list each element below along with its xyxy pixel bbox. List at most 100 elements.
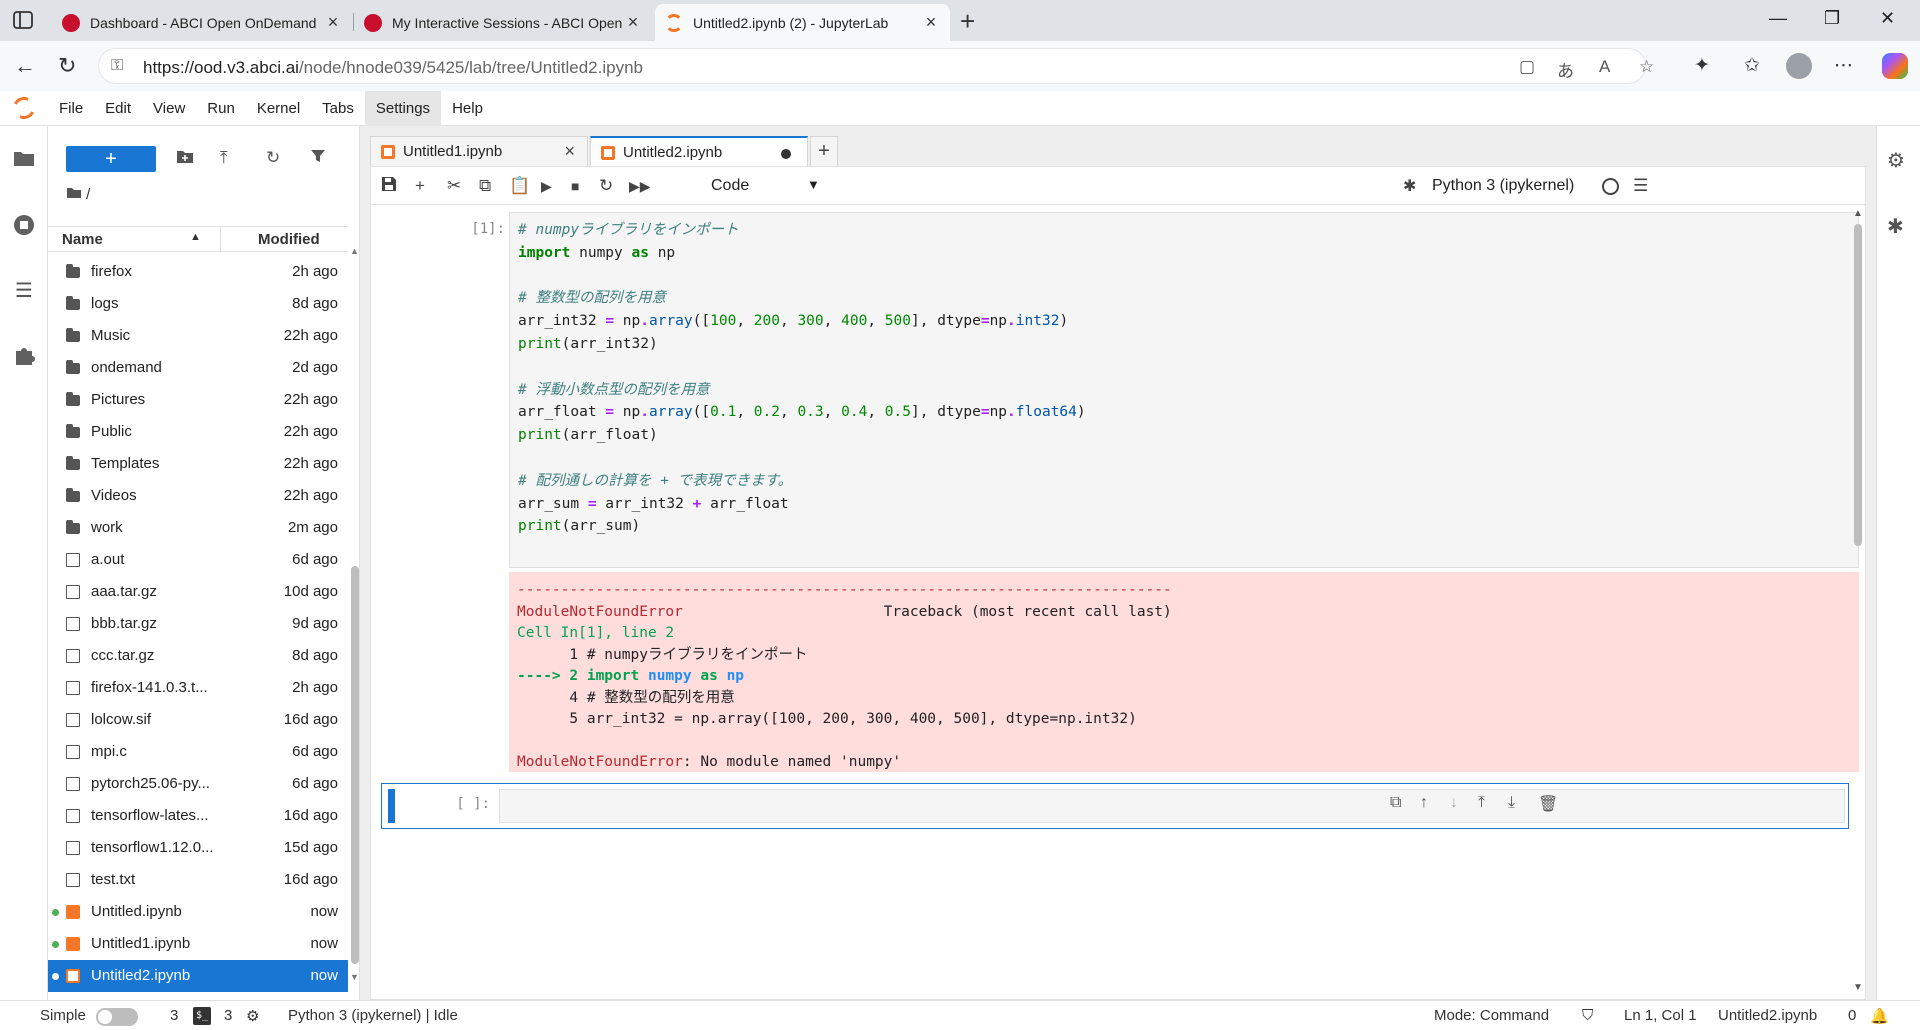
bell-icon[interactable]: 🔔 [1870, 1007, 1889, 1025]
new-launcher-button[interactable]: + [66, 146, 156, 172]
close-tab-icon[interactable]: × [624, 12, 642, 33]
file-row[interactable]: firefox-141.0.3.t... 2h ago [48, 672, 348, 704]
close-tab-icon[interactable]: × [922, 12, 940, 33]
cut-icon[interactable]: ✂ [447, 176, 461, 196]
insert-above-icon[interactable]: ⤒ [1478, 794, 1485, 812]
code-editor[interactable]: # numpyライブラリをインポート import numpy as np # … [509, 212, 1859, 568]
new-tab-plus-button[interactable]: + [810, 136, 838, 166]
file-row[interactable]: work 2m ago [48, 512, 348, 544]
debugger-bug-icon[interactable]: ✱ [1403, 176, 1416, 196]
extensions-icon[interactable]: ✦ [1694, 54, 1710, 77]
file-row[interactable]: bbb.tar.gz 9d ago [48, 608, 348, 640]
scroll-up-icon[interactable]: ▲ [1853, 208, 1863, 219]
file-row[interactable]: pytorch25.06-py... 6d ago [48, 768, 348, 800]
notification-count[interactable]: 0 [1848, 1007, 1856, 1024]
menu-edit[interactable]: Edit [94, 91, 142, 126]
upload-icon[interactable]: ⤒ [220, 148, 228, 168]
copy-icon[interactable]: ⧉ [479, 176, 491, 196]
cursor-position[interactable]: Ln 1, Col 1 [1624, 1007, 1697, 1024]
scrollbar-thumb[interactable] [351, 566, 359, 964]
folder-icon[interactable] [12, 148, 36, 172]
file-row[interactable]: Untitled1.ipynb now [48, 928, 348, 960]
column-name[interactable]: Name [62, 231, 103, 248]
breadcrumb[interactable]: / [66, 186, 90, 203]
minimize-icon[interactable]: — [1769, 8, 1787, 29]
column-modified[interactable]: Modified [258, 231, 348, 248]
menu-run[interactable]: Run [196, 91, 246, 126]
active-empty-cell[interactable]: [ ]: ⧉ ↑ ↓ ⤒ ⤓ 🗑 [381, 783, 1849, 829]
file-row[interactable]: Public 22h ago [48, 416, 348, 448]
kernel-name-button[interactable]: Python 3 (ipykernel) [1432, 177, 1574, 195]
insert-below-icon[interactable]: ⤓ [1508, 794, 1515, 812]
new-folder-icon[interactable] [176, 148, 194, 169]
scroll-down-icon[interactable]: ▼ [350, 972, 359, 982]
debugger-icon[interactable]: ✱ [1887, 214, 1904, 239]
read-aloud-icon[interactable]: A [1599, 57, 1610, 77]
file-row[interactable]: logs 8d ago [48, 288, 348, 320]
delete-cell-icon[interactable]: 🗑 [1538, 794, 1558, 814]
file-row[interactable]: a.out 6d ago [48, 544, 348, 576]
insert-cell-icon[interactable]: + [415, 176, 425, 196]
file-row[interactable]: mpi.c 6d ago [48, 736, 348, 768]
reload-icon[interactable]: ↻ [58, 53, 76, 79]
property-gear-icon[interactable]: ⚙ [1887, 148, 1905, 173]
file-row[interactable]: firefox 2h ago [48, 256, 348, 288]
menu-settings[interactable]: Settings [364, 90, 442, 126]
file-list-scrollbar[interactable]: ▲ ▼ [348, 246, 360, 996]
kernel-status[interactable]: Python 3 (ipykernel) | Idle [288, 1007, 458, 1024]
favorite-star-icon[interactable]: ☆ [1639, 57, 1654, 77]
file-row[interactable]: Videos 22h ago [48, 480, 348, 512]
restart-kernel-icon[interactable]: ↻ [599, 176, 613, 196]
run-icon[interactable]: ▶ [541, 178, 552, 195]
unsaved-dot-icon[interactable] [781, 149, 791, 159]
kernel-count[interactable]: 3 [224, 1007, 232, 1024]
clipboard-icon[interactable]: ▢ [1519, 57, 1535, 77]
terminal-count[interactable]: 3 [170, 1007, 178, 1024]
stop-icon[interactable]: ■ [571, 178, 579, 194]
table-of-contents-icon[interactable]: ☰ [12, 278, 36, 302]
site-info-icon[interactable]: ⚿ [111, 57, 123, 75]
fast-forward-icon[interactable]: ▶▶ [629, 178, 651, 195]
cell-type-select[interactable]: Code ▼ [711, 177, 820, 195]
shield-icon[interactable]: ⛉ [1582, 1007, 1593, 1024]
tab-actions-icon[interactable] [12, 10, 36, 32]
scroll-down-icon[interactable]: ▼ [1853, 982, 1863, 993]
tab-untitled1[interactable]: Untitled1.ipynb × [370, 136, 588, 166]
file-row[interactable]: Music 22h ago [48, 320, 348, 352]
browser-tab-jupyterlab[interactable]: Untitled2.ipynb (2) - JupyterLab × [655, 4, 950, 41]
menu-tabs[interactable]: Tabs [311, 91, 365, 126]
menu-kernel[interactable]: Kernel [246, 91, 311, 126]
save-icon[interactable] [381, 176, 397, 197]
move-up-icon[interactable]: ↑ [1420, 794, 1428, 812]
file-row[interactable]: test.txt 16d ago [48, 864, 348, 896]
extension-manager-icon[interactable] [12, 344, 36, 368]
property-inspector-icon[interactable]: ☰ [1633, 176, 1648, 196]
simple-mode-toggle[interactable] [96, 1008, 138, 1026]
browser-tab-sessions[interactable]: My Interactive Sessions - ABCI Open OnDe… [354, 4, 652, 41]
close-tab-icon[interactable]: × [324, 12, 342, 33]
file-row[interactable]: ondemand 2d ago [48, 352, 348, 384]
file-row[interactable]: lolcow.sif 16d ago [48, 704, 348, 736]
cell-input[interactable] [499, 789, 1845, 823]
new-tab-button[interactable]: + [960, 6, 975, 37]
file-row[interactable]: Untitled2.ipynb now [48, 960, 348, 992]
tab-untitled2[interactable]: Untitled2.ipynb [590, 136, 808, 167]
menu-view[interactable]: View [142, 91, 196, 126]
browser-tab-dashboard[interactable]: Dashboard - ABCI Open OnDemand × [52, 4, 352, 41]
refresh-icon[interactable]: ↻ [266, 148, 280, 168]
menu-file[interactable]: File [48, 91, 94, 126]
paste-icon[interactable]: 📋 [509, 176, 530, 196]
restore-icon[interactable]: ❐ [1824, 8, 1840, 29]
notebook-scrollbar[interactable]: ▲ ▼ [1851, 206, 1865, 1001]
scroll-up-icon[interactable]: ▲ [350, 246, 359, 256]
running-sessions-icon[interactable] [12, 214, 36, 238]
close-icon[interactable]: × [564, 141, 575, 162]
column-divider[interactable] [220, 227, 221, 253]
breadcrumb-root[interactable]: / [86, 186, 90, 203]
favorites-icon[interactable]: ✩ [1744, 54, 1760, 77]
menu-help[interactable]: Help [441, 91, 494, 126]
address-bar[interactable]: ⚿ https://ood.v3.abci.ai/node/hnode039/5… [98, 48, 1654, 84]
file-row[interactable]: tensorflow1.12.0... 15d ago [48, 832, 348, 864]
file-row[interactable]: tensorflow-lates... 16d ago [48, 800, 348, 832]
file-row[interactable]: ccc.tar.gz 8d ago [48, 640, 348, 672]
